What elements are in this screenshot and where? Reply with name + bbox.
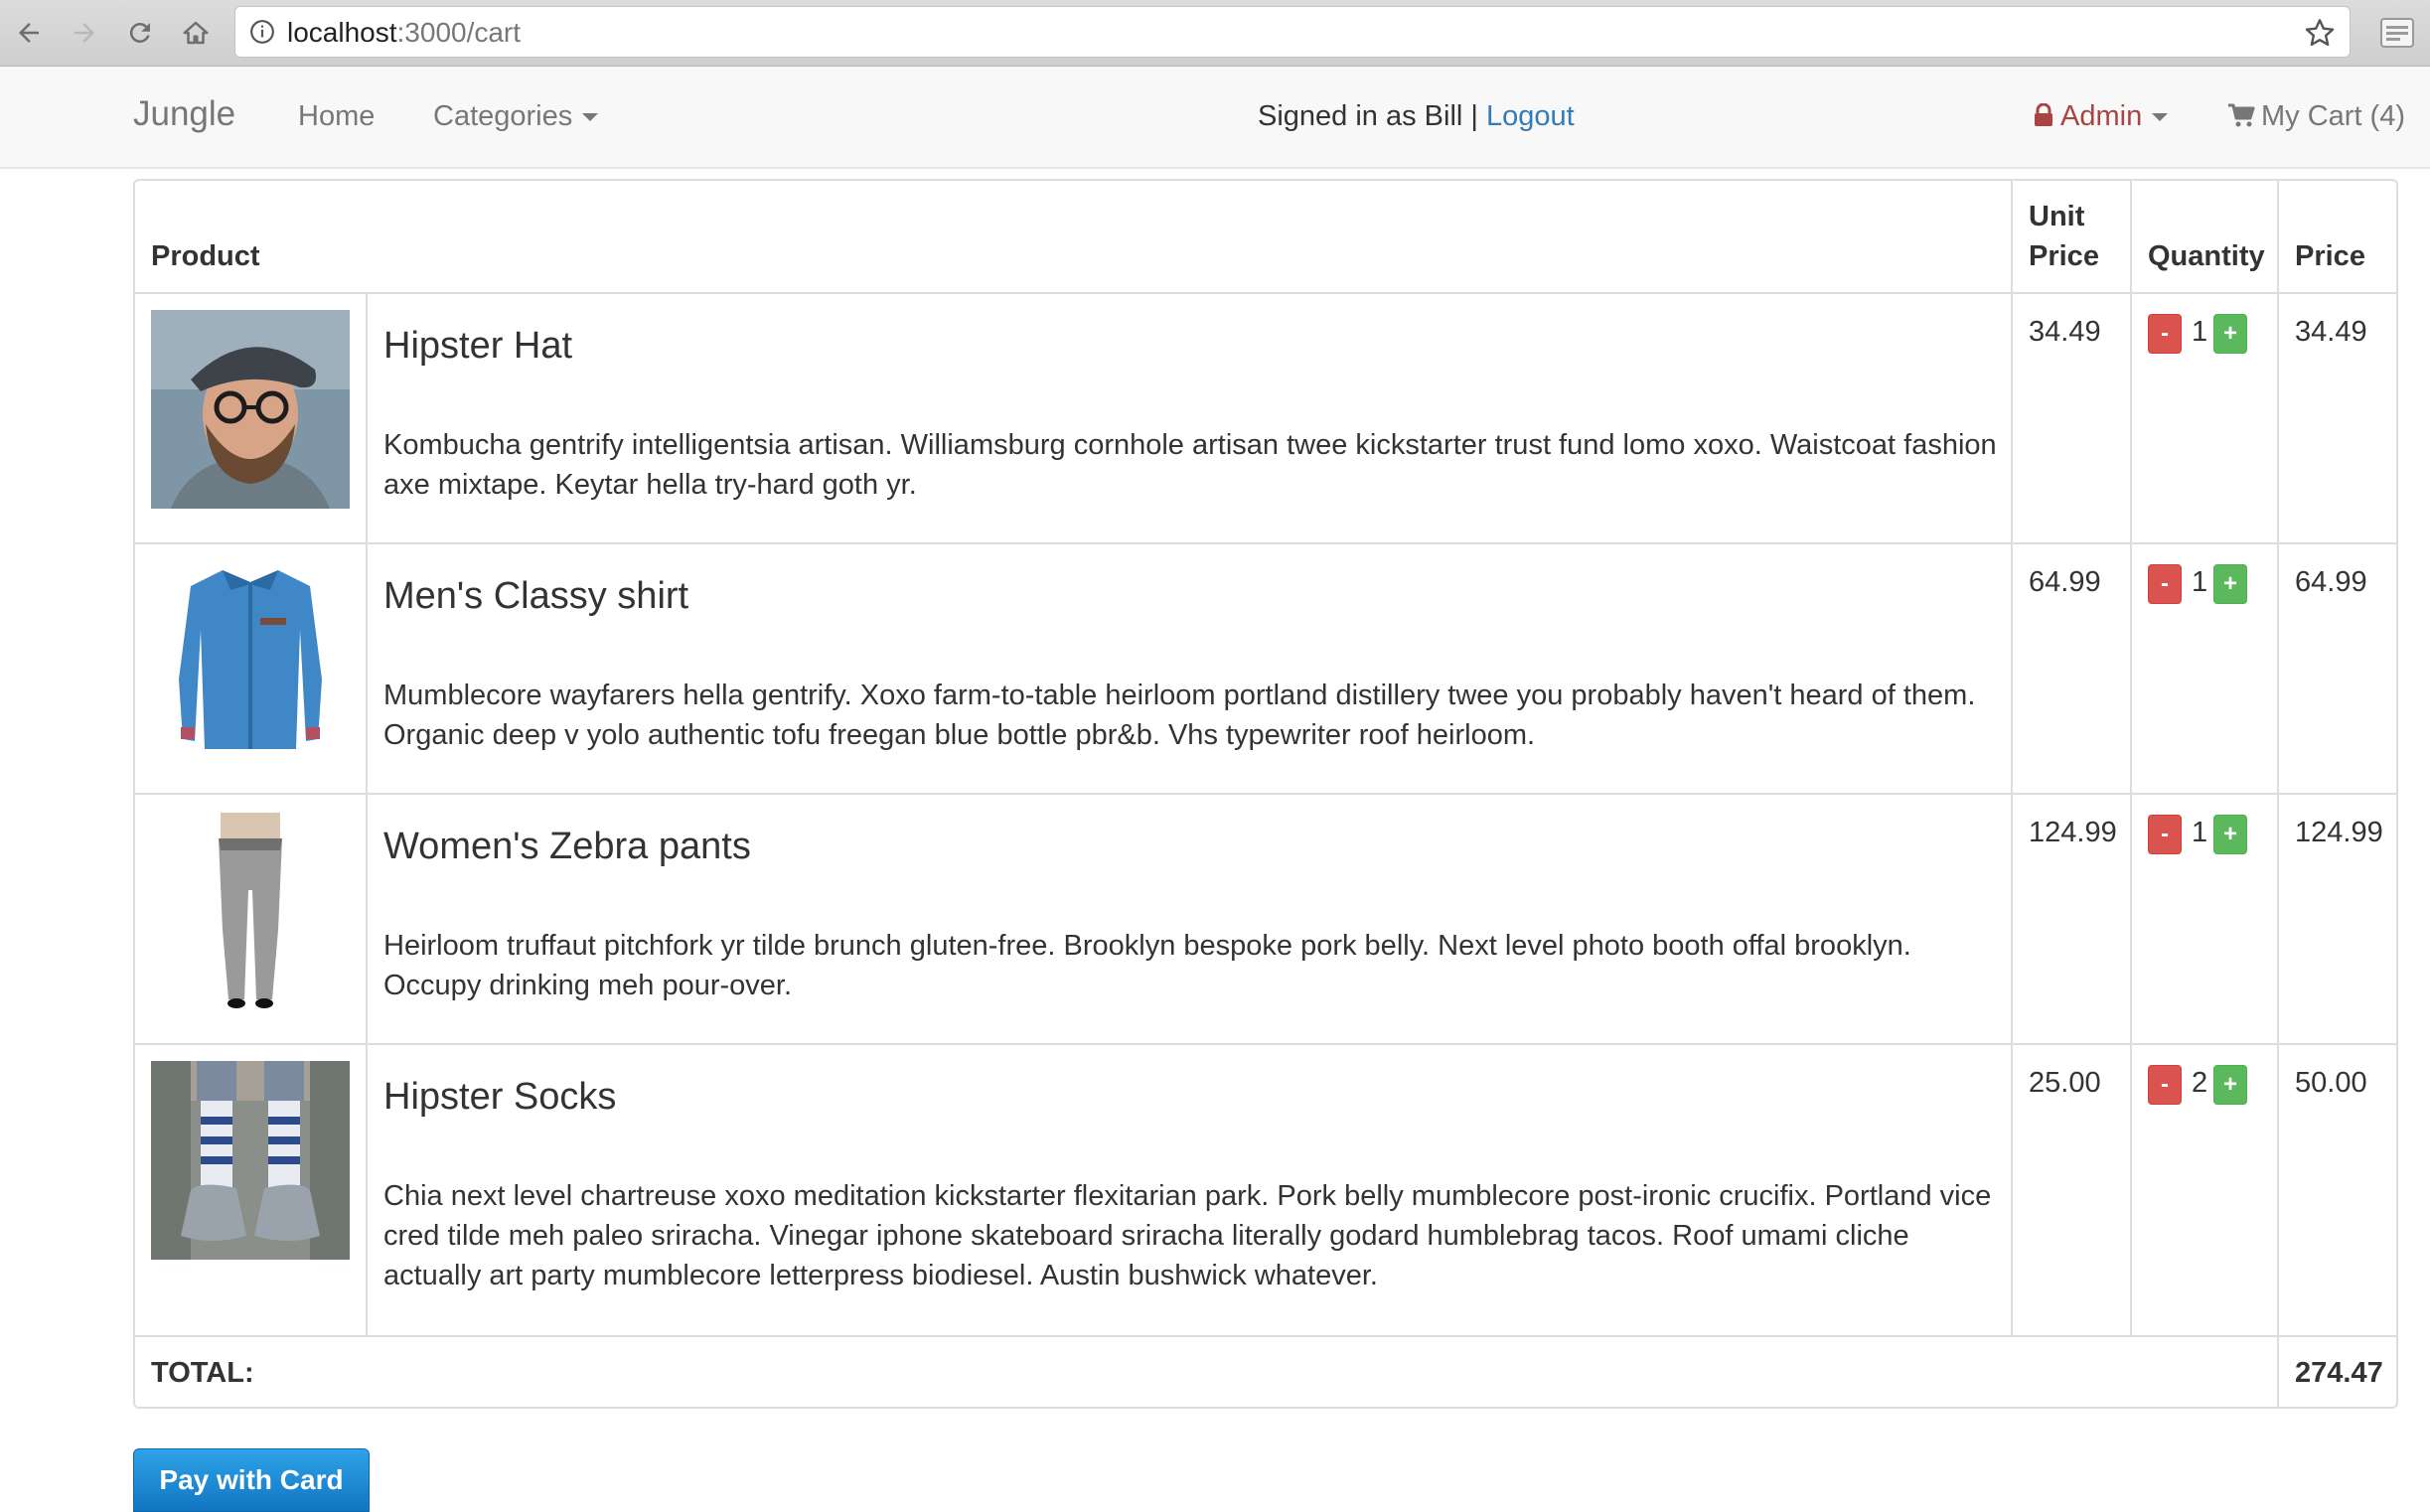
product-image-womens-zebra-pants — [151, 811, 350, 1009]
cart-table: Product Unit Price Quantity Price Hipster… — [133, 179, 2398, 1409]
unit-price: 34.49 — [2029, 316, 2101, 348]
product-name[interactable]: Women's Zebra pants — [383, 825, 751, 868]
nav-admin-dropdown[interactable]: Admin — [2033, 96, 2169, 136]
header-price: Price — [2295, 240, 2365, 272]
increase-quantity-button[interactable]: + — [2213, 1065, 2247, 1105]
product-name[interactable]: Men's Classy shirt — [383, 574, 688, 618]
product-name[interactable]: Hipster Socks — [383, 1075, 616, 1119]
quantity-value: 2 — [2192, 1067, 2208, 1099]
navbar: Jungle Home Categories Signed in as Bill… — [0, 67, 2430, 169]
url-host: localhost — [287, 17, 397, 48]
nav-cart-link[interactable]: My Cart (4) — [2227, 96, 2405, 136]
nav-home-link[interactable]: Home — [298, 96, 375, 136]
product-description: Chia next level chartreuse xoxo meditati… — [383, 1180, 1992, 1291]
pay-with-card-button[interactable]: Pay with Card — [133, 1448, 370, 1512]
decrease-quantity-button[interactable]: - — [2148, 314, 2182, 354]
brand-link[interactable]: Jungle — [133, 94, 235, 134]
info-icon[interactable] — [249, 19, 275, 45]
lock-icon — [2035, 102, 2052, 126]
signed-in-text: Signed in as Bill | — [1258, 100, 1486, 132]
product-description: Mumblecore wayfarers hella gentrify. Xox… — [383, 680, 1976, 751]
forward-arrow-icon[interactable] — [66, 14, 103, 52]
home-icon[interactable] — [177, 14, 215, 52]
product-description: Heirloom truffaut pitchfork yr tilde bru… — [383, 930, 1911, 1001]
signed-in-status: Signed in as Bill | Logout — [1258, 96, 1575, 136]
product-image-mens-classy-shirt — [151, 560, 350, 759]
caret-down-icon — [2152, 113, 2169, 122]
unit-price: 124.99 — [2029, 817, 2117, 848]
browser-toolbar: localhost:3000/cart — [0, 0, 2430, 67]
increase-quantity-button[interactable]: + — [2213, 314, 2247, 354]
line-price: 34.49 — [2295, 316, 2367, 348]
line-price: 124.99 — [2295, 817, 2383, 848]
categories-label: Categories — [433, 100, 573, 132]
caret-down-icon — [582, 113, 599, 122]
product-name[interactable]: Hipster Hat — [383, 324, 572, 368]
total-value: 274.47 — [2295, 1357, 2383, 1389]
quantity-value: 1 — [2192, 817, 2208, 848]
unit-price: 25.00 — [2029, 1067, 2101, 1099]
unit-price: 64.99 — [2029, 566, 2101, 598]
shopping-cart-icon — [2228, 103, 2255, 127]
address-bar[interactable]: localhost:3000/cart — [234, 6, 2351, 58]
logout-link[interactable]: Logout — [1486, 100, 1575, 132]
header-unit-price-line1: Unit — [2029, 201, 2085, 232]
decrease-quantity-button[interactable]: - — [2148, 564, 2182, 604]
admin-label: Admin — [2060, 100, 2143, 132]
total-label: TOTAL: — [151, 1357, 254, 1389]
product-image-hipster-socks — [151, 1061, 350, 1260]
increase-quantity-button[interactable]: + — [2213, 815, 2247, 854]
nav-categories-dropdown[interactable]: Categories — [433, 96, 599, 136]
quantity-value: 1 — [2192, 566, 2208, 598]
extension-icon[interactable] — [2380, 18, 2414, 48]
decrease-quantity-button[interactable]: - — [2148, 815, 2182, 854]
quantity-value: 1 — [2192, 316, 2208, 348]
line-price: 50.00 — [2295, 1067, 2367, 1099]
url-path: :3000/cart — [396, 17, 522, 48]
bookmark-star-icon[interactable] — [2304, 17, 2336, 49]
url-text: localhost:3000/cart — [287, 17, 521, 49]
header-unit-price-line2: Price — [2029, 240, 2099, 272]
header-unit-price: Unit Price — [2029, 197, 2099, 276]
product-image-hipster-hat — [151, 310, 350, 509]
reload-icon[interactable] — [121, 14, 159, 52]
line-price: 64.99 — [2295, 566, 2367, 598]
increase-quantity-button[interactable]: + — [2213, 564, 2247, 604]
product-description: Kombucha gentrify intelligentsia artisan… — [383, 429, 1997, 501]
header-quantity: Quantity — [2148, 240, 2265, 272]
cart-label: My Cart (4) — [2261, 100, 2405, 132]
decrease-quantity-button[interactable]: - — [2148, 1065, 2182, 1105]
header-product: Product — [151, 240, 260, 272]
back-arrow-icon[interactable] — [10, 14, 48, 52]
